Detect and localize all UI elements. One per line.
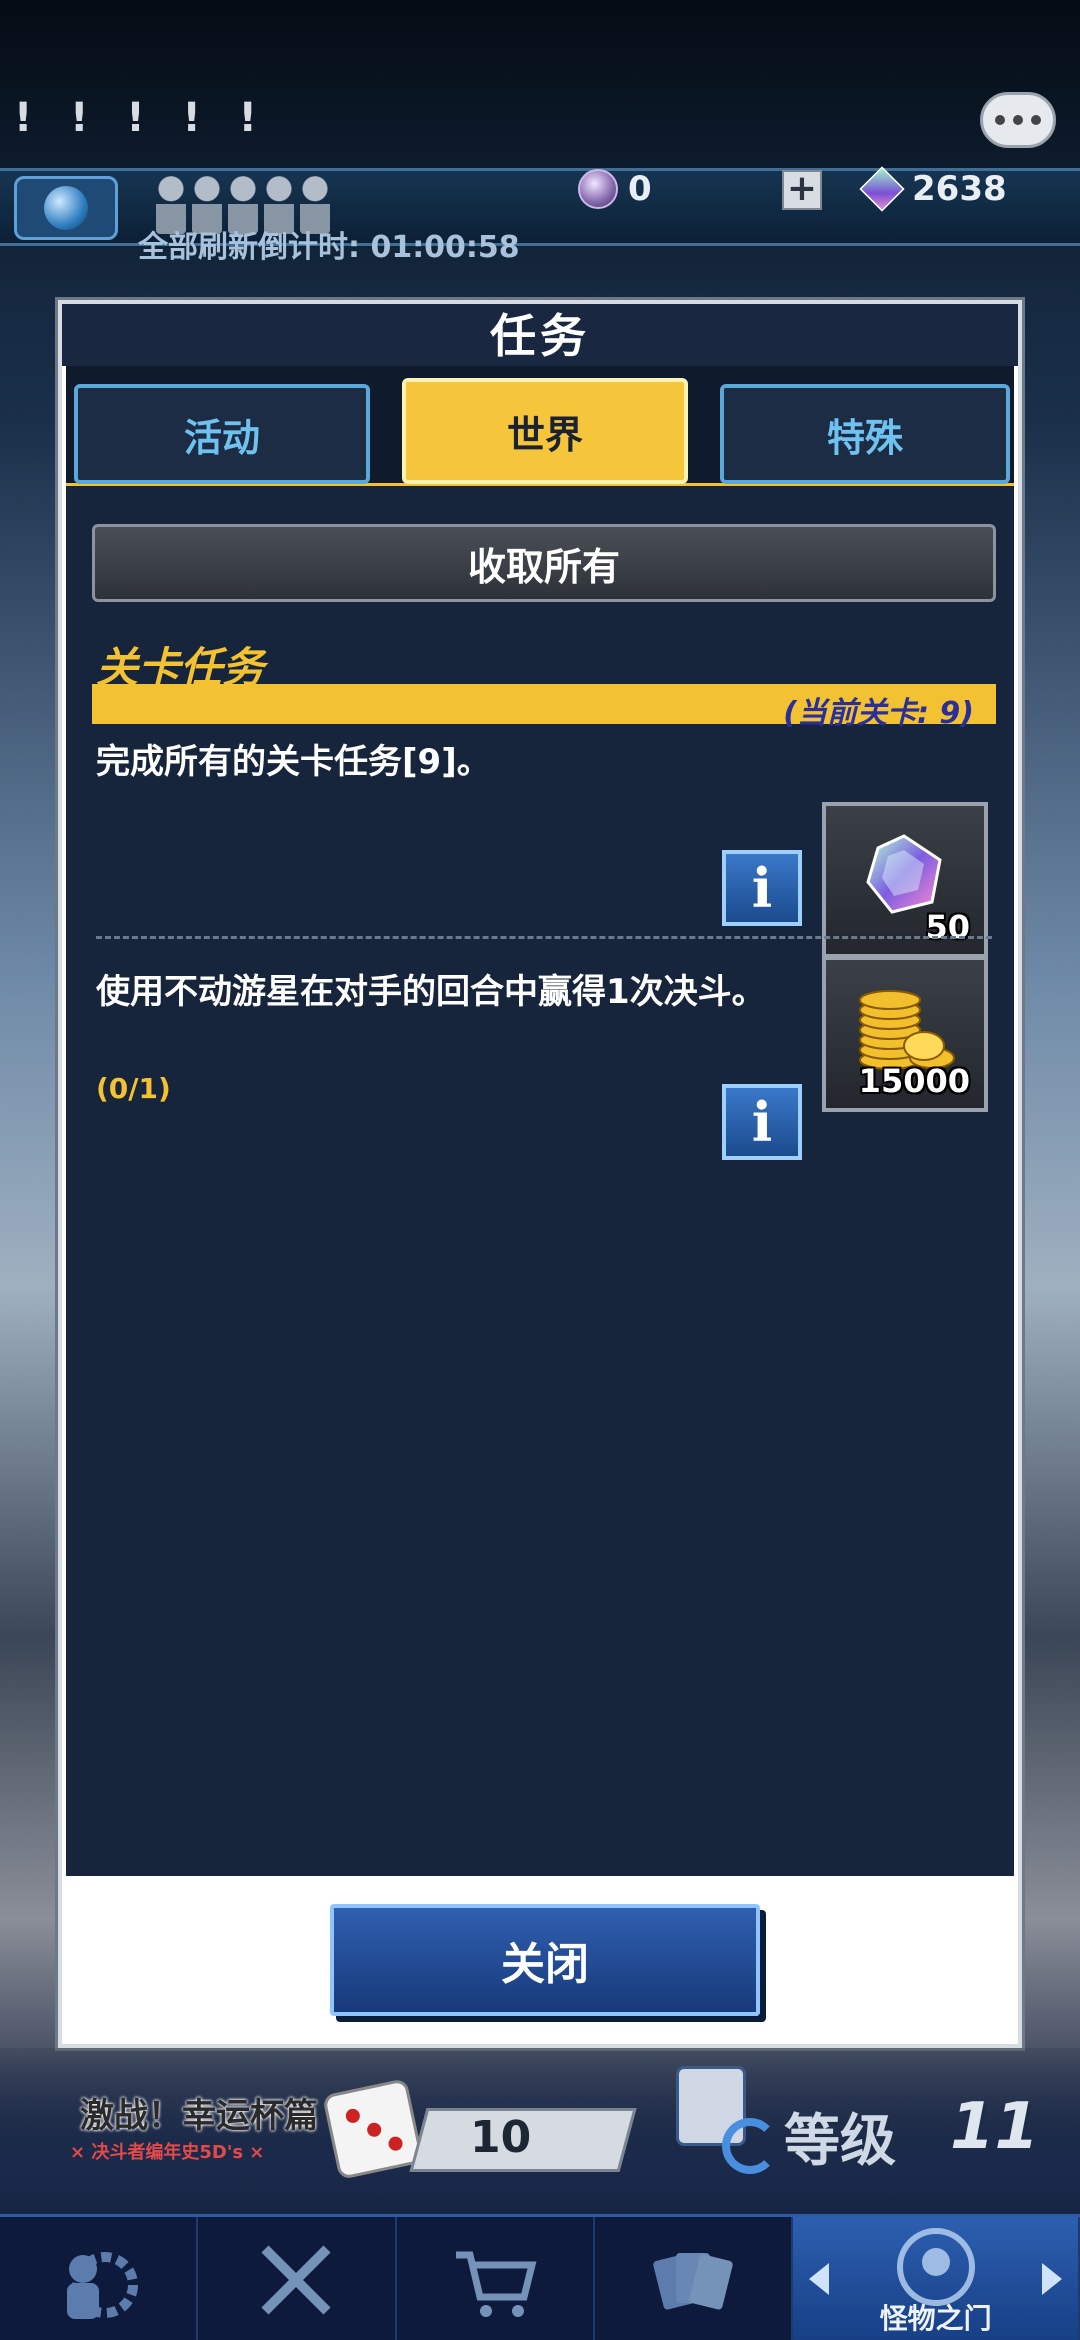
tab-bar: 活动 世界 特殊	[66, 366, 1014, 486]
dice-count: 10	[470, 2112, 532, 2163]
add-currency-button[interactable]: +	[782, 170, 822, 210]
world-globe-button[interactable]	[14, 176, 118, 240]
close-button[interactable]: 关闭	[330, 1904, 760, 2016]
orb-value: 0	[628, 169, 652, 209]
reward-quantity: 15000	[858, 1062, 970, 1100]
dice-icon[interactable]	[321, 2077, 425, 2181]
mission-text: 使用不动游星在对手的回合中赢得1次决斗。	[96, 972, 766, 1012]
dice-pip	[387, 2135, 404, 2152]
refresh-icon	[722, 2118, 778, 2174]
nav-label: 怪物之门	[879, 2302, 992, 2335]
nav-cards[interactable]	[595, 2217, 794, 2340]
gem-icon	[866, 834, 942, 914]
shopping-cart-icon	[455, 2251, 537, 2317]
section-title: 关卡任务	[96, 643, 265, 692]
dice-pip	[365, 2121, 383, 2139]
event-title[interactable]: 激战！幸运杯篇	[80, 2088, 318, 2137]
missions-dialog: 任务 活动 世界 特殊 收取所有 关卡任务 (当前关卡: 9) 完成所有的关卡任…	[58, 300, 1022, 2048]
event-subtitle: × 决斗者编年史5D's ×	[70, 2142, 265, 2163]
alert-indicators[interactable]: ! ! ! ! !	[14, 95, 269, 141]
chevron-right-icon[interactable]	[1041, 2263, 1062, 2295]
nav-shop[interactable]	[397, 2217, 595, 2340]
chat-dot	[995, 115, 1005, 125]
mission-divider	[96, 936, 992, 939]
level-value: 11	[950, 2090, 1040, 2164]
dialog-footer: 关闭	[62, 1876, 1018, 2044]
globe-icon	[44, 186, 88, 230]
current-stage: (当前关卡: 9)	[783, 696, 974, 731]
gem-value: 2638	[912, 169, 1007, 209]
chat-dot	[1013, 115, 1023, 125]
refresh-countdown: 全部刷新倒计时: 01:00:58	[138, 230, 520, 265]
reward-slot[interactable]: 50	[822, 802, 988, 958]
tab-special[interactable]: 特殊	[720, 384, 1010, 484]
bottom-nav: 怪物之门	[0, 2214, 1080, 2340]
mission-progress: (0/1)	[96, 1072, 171, 1105]
nav-duel[interactable]	[198, 2217, 397, 2340]
nav-duelist[interactable]	[0, 2217, 199, 2340]
info-button[interactable]: i	[722, 1084, 802, 1160]
reward-quantity: 50	[925, 908, 970, 946]
tab-world[interactable]: 世界	[402, 378, 688, 484]
mission-text: 完成所有的关卡任务[9]。	[96, 742, 491, 782]
gem-currency: 2638	[859, 166, 1007, 212]
chat-dot	[1031, 115, 1041, 125]
level-label: 等级	[784, 2109, 896, 2174]
dialog-body: 活动 世界 特殊 收取所有 关卡任务 (当前关卡: 9) 完成所有的关卡任务[9…	[66, 366, 1014, 1876]
dice-pip	[344, 2107, 362, 2125]
orb-icon	[578, 169, 618, 209]
tab-activity[interactable]: 活动	[74, 384, 370, 484]
chevron-left-icon[interactable]	[809, 2263, 830, 2295]
gem-icon	[859, 166, 905, 212]
chat-button[interactable]	[980, 92, 1056, 148]
collect-all-button[interactable]: 收取所有	[92, 524, 996, 602]
info-button[interactable]: i	[722, 850, 802, 926]
orb-currency: 0	[578, 168, 652, 210]
reward-slot[interactable]: 15000	[822, 956, 988, 1112]
crossed-swords-icon	[261, 2245, 332, 2315]
dialog-title: 任务	[62, 304, 1018, 366]
cards-icon	[653, 2253, 733, 2310]
duelist-gear-icon	[67, 2252, 139, 2319]
nav-monster-gate[interactable]: 怪物之门	[793, 2217, 1080, 2340]
